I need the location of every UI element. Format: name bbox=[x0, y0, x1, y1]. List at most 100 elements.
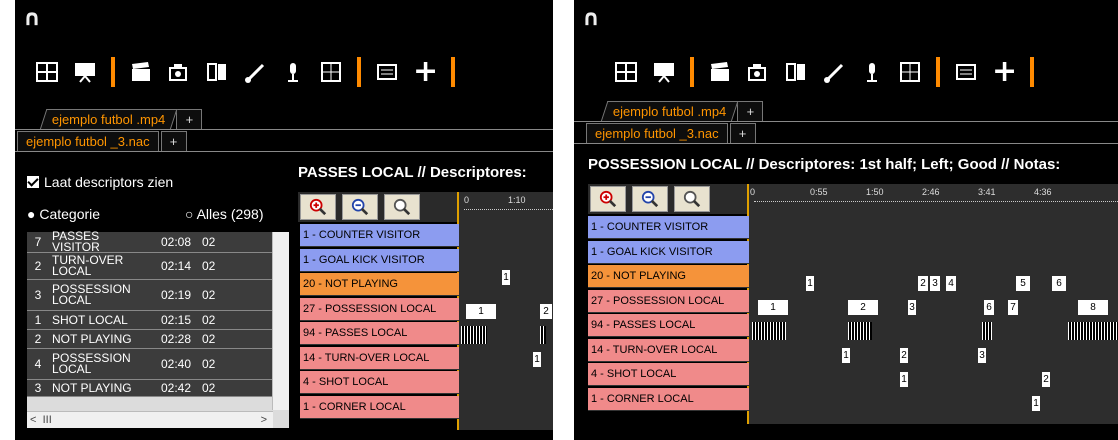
timeline-mark[interactable]: 2 bbox=[540, 304, 552, 319]
zoom-reset-button[interactable] bbox=[384, 194, 420, 220]
presentation-icon[interactable] bbox=[652, 60, 676, 84]
timeline-mark[interactable]: 1 bbox=[1032, 396, 1040, 411]
timeline-mark[interactable]: 6 bbox=[984, 300, 994, 315]
add-tab-button[interactable]: + bbox=[729, 123, 756, 144]
timeline-mark[interactable]: 1 bbox=[900, 372, 908, 387]
timeline-mark[interactable]: 2 bbox=[848, 300, 878, 315]
timeline-mark[interactable]: 2 bbox=[1042, 372, 1050, 387]
passes-marks[interactable] bbox=[752, 322, 786, 340]
tab-nac[interactable]: ejemplo futbol _3.nac bbox=[586, 123, 728, 144]
timeline-mark[interactable]: 6 bbox=[1052, 276, 1066, 291]
list-item[interactable]: 7 PASSES VISITOR 02:08 02 bbox=[27, 230, 273, 253]
timeline-mark[interactable]: 1 bbox=[533, 352, 541, 367]
timeline-mark[interactable]: 5 bbox=[1016, 276, 1030, 291]
show-descriptors-checkbox[interactable]: Laat descriptors zien bbox=[27, 174, 173, 190]
timeline-mark[interactable]: 2 bbox=[918, 276, 928, 291]
add-tab-button[interactable]: + bbox=[737, 101, 764, 122]
tab-video[interactable]: ejemplo futbol .mp4 bbox=[600, 101, 739, 122]
timeline-mark[interactable]: 4 bbox=[946, 276, 956, 291]
table-icon[interactable] bbox=[35, 60, 59, 84]
timeline-mark[interactable]: 8 bbox=[1078, 300, 1108, 315]
descriptor-button[interactable]: 20 - NOT PLAYING bbox=[300, 273, 459, 296]
descriptor-button[interactable]: 27 - POSSESSION LOCAL bbox=[300, 297, 459, 321]
timeline-mark[interactable]: 1 bbox=[502, 270, 510, 285]
add-tab-button[interactable]: + bbox=[160, 131, 187, 152]
brush-icon[interactable] bbox=[822, 60, 846, 84]
timeline-mark[interactable]: 7 bbox=[1008, 300, 1018, 315]
list-item[interactable]: 1 SHOT LOCAL 02:15 02 bbox=[27, 311, 273, 330]
descriptor-button[interactable]: 1 - GOAL KICK VISITOR bbox=[300, 248, 459, 272]
descriptor-button[interactable]: 4 - SHOT LOCAL bbox=[300, 371, 459, 394]
tab-video[interactable]: ejemplo futbol .mp4 bbox=[39, 109, 178, 130]
timeline[interactable]: 0 1:10 1 1 2 1 bbox=[458, 192, 553, 430]
left-screenshot: ∩ + ejemplo futbol .mp4 + ejemplo futbol… bbox=[15, 0, 553, 440]
timeline-mark[interactable]: 3 bbox=[908, 300, 916, 315]
split-view-icon[interactable] bbox=[205, 60, 229, 84]
descriptor-button[interactable]: 4 - SHOT LOCAL bbox=[588, 363, 749, 386]
zoom-in-button[interactable] bbox=[590, 186, 626, 212]
list-item[interactable]: 3 NOT PLAYING 02:42 02 bbox=[27, 380, 273, 397]
horizontal-scrollbar[interactable]: < III > bbox=[27, 411, 273, 428]
list-item[interactable]: 3 POSSESSION LOCAL 02:19 02 bbox=[27, 280, 273, 311]
radio-categorie[interactable]: ● Categorie bbox=[27, 206, 100, 222]
toolbar: + bbox=[35, 52, 469, 92]
grid-icon[interactable] bbox=[319, 60, 343, 84]
ruler-tick: 1:50 bbox=[866, 187, 884, 197]
radio-alles[interactable]: ○ Alles (298) bbox=[185, 206, 264, 222]
table-icon[interactable] bbox=[614, 60, 638, 84]
brush-icon[interactable] bbox=[243, 60, 267, 84]
passes-marks[interactable] bbox=[540, 326, 546, 344]
microphone-icon[interactable] bbox=[860, 60, 884, 84]
zoom-out-button[interactable] bbox=[632, 186, 668, 212]
timeline-mark[interactable]: 1 bbox=[806, 276, 814, 291]
timeline-mark[interactable]: 1 bbox=[758, 300, 788, 315]
passes-marks[interactable] bbox=[982, 322, 992, 340]
add-tab-button[interactable]: + bbox=[176, 109, 203, 130]
descriptor-button[interactable]: 94 - PASSES LOCAL bbox=[300, 322, 459, 345]
grid-icon[interactable] bbox=[898, 60, 922, 84]
zoom-out-button[interactable] bbox=[342, 194, 378, 220]
descriptor-button[interactable]: 14 - TURN-OVER LOCAL bbox=[300, 346, 459, 370]
list-item[interactable]: 2 NOT PLAYING 02:28 02 bbox=[27, 330, 273, 349]
row-time: 02:42 bbox=[160, 381, 192, 395]
descriptor-button[interactable]: 1 - COUNTER VISITOR bbox=[300, 224, 459, 247]
zoom-in-button[interactable] bbox=[300, 194, 336, 220]
passes-marks[interactable] bbox=[848, 322, 872, 340]
list-icon[interactable] bbox=[954, 60, 978, 84]
timeline-mark[interactable]: 3 bbox=[930, 276, 940, 291]
timeline[interactable]: 0 0:55 1:50 2:46 3:41 4:36 1234561236781… bbox=[748, 184, 1118, 424]
list-item[interactable]: 2 TURN-OVER LOCAL 02:14 02 bbox=[27, 253, 273, 280]
zoom-reset-button[interactable] bbox=[674, 186, 710, 212]
vertical-scrollbar[interactable] bbox=[272, 232, 289, 410]
timeline-mark[interactable]: 2 bbox=[900, 348, 908, 363]
descriptor-button[interactable]: 1 - CORNER LOCAL bbox=[588, 387, 749, 411]
timeline-mark[interactable]: 1 bbox=[842, 348, 850, 363]
descriptor-button[interactable]: 20 - NOT PLAYING bbox=[588, 265, 749, 288]
clapperboard-icon[interactable] bbox=[129, 60, 153, 84]
descriptor-button[interactable]: 1 - COUNTER VISITOR bbox=[588, 216, 749, 239]
camera-icon[interactable] bbox=[167, 60, 191, 84]
tab-nac[interactable]: ejemplo futbol _3.nac bbox=[17, 131, 159, 152]
add-icon[interactable]: + bbox=[413, 57, 438, 87]
split-view-icon[interactable] bbox=[784, 60, 808, 84]
camera-icon[interactable] bbox=[746, 60, 770, 84]
checkbox-checked[interactable] bbox=[27, 176, 39, 188]
timeline-mark[interactable]: 1 bbox=[466, 304, 496, 319]
descriptor-button[interactable]: 14 - TURN-OVER LOCAL bbox=[588, 338, 749, 362]
descriptor-button[interactable]: 94 - PASSES LOCAL bbox=[588, 314, 749, 337]
row-extra: 02 bbox=[202, 259, 216, 273]
row-count: 7 bbox=[34, 235, 42, 249]
microphone-icon[interactable] bbox=[281, 60, 305, 84]
descriptor-button[interactable]: 27 - POSSESSION LOCAL bbox=[588, 289, 749, 313]
descriptor-button[interactable]: 1 - GOAL KICK VISITOR bbox=[588, 240, 749, 264]
descriptor-button[interactable]: 1 - CORNER LOCAL bbox=[300, 395, 459, 419]
passes-marks[interactable] bbox=[1068, 322, 1118, 340]
presentation-icon[interactable] bbox=[73, 60, 97, 84]
timeline-mark[interactable]: 3 bbox=[978, 348, 986, 363]
clapperboard-icon[interactable] bbox=[708, 60, 732, 84]
list-item[interactable]: 4 POSSESSION LOCAL 02:40 02 bbox=[27, 349, 273, 380]
list-icon[interactable] bbox=[375, 60, 399, 84]
add-icon[interactable]: + bbox=[992, 57, 1017, 87]
scroll-grip[interactable]: III bbox=[43, 414, 52, 426]
passes-marks[interactable] bbox=[461, 326, 487, 344]
